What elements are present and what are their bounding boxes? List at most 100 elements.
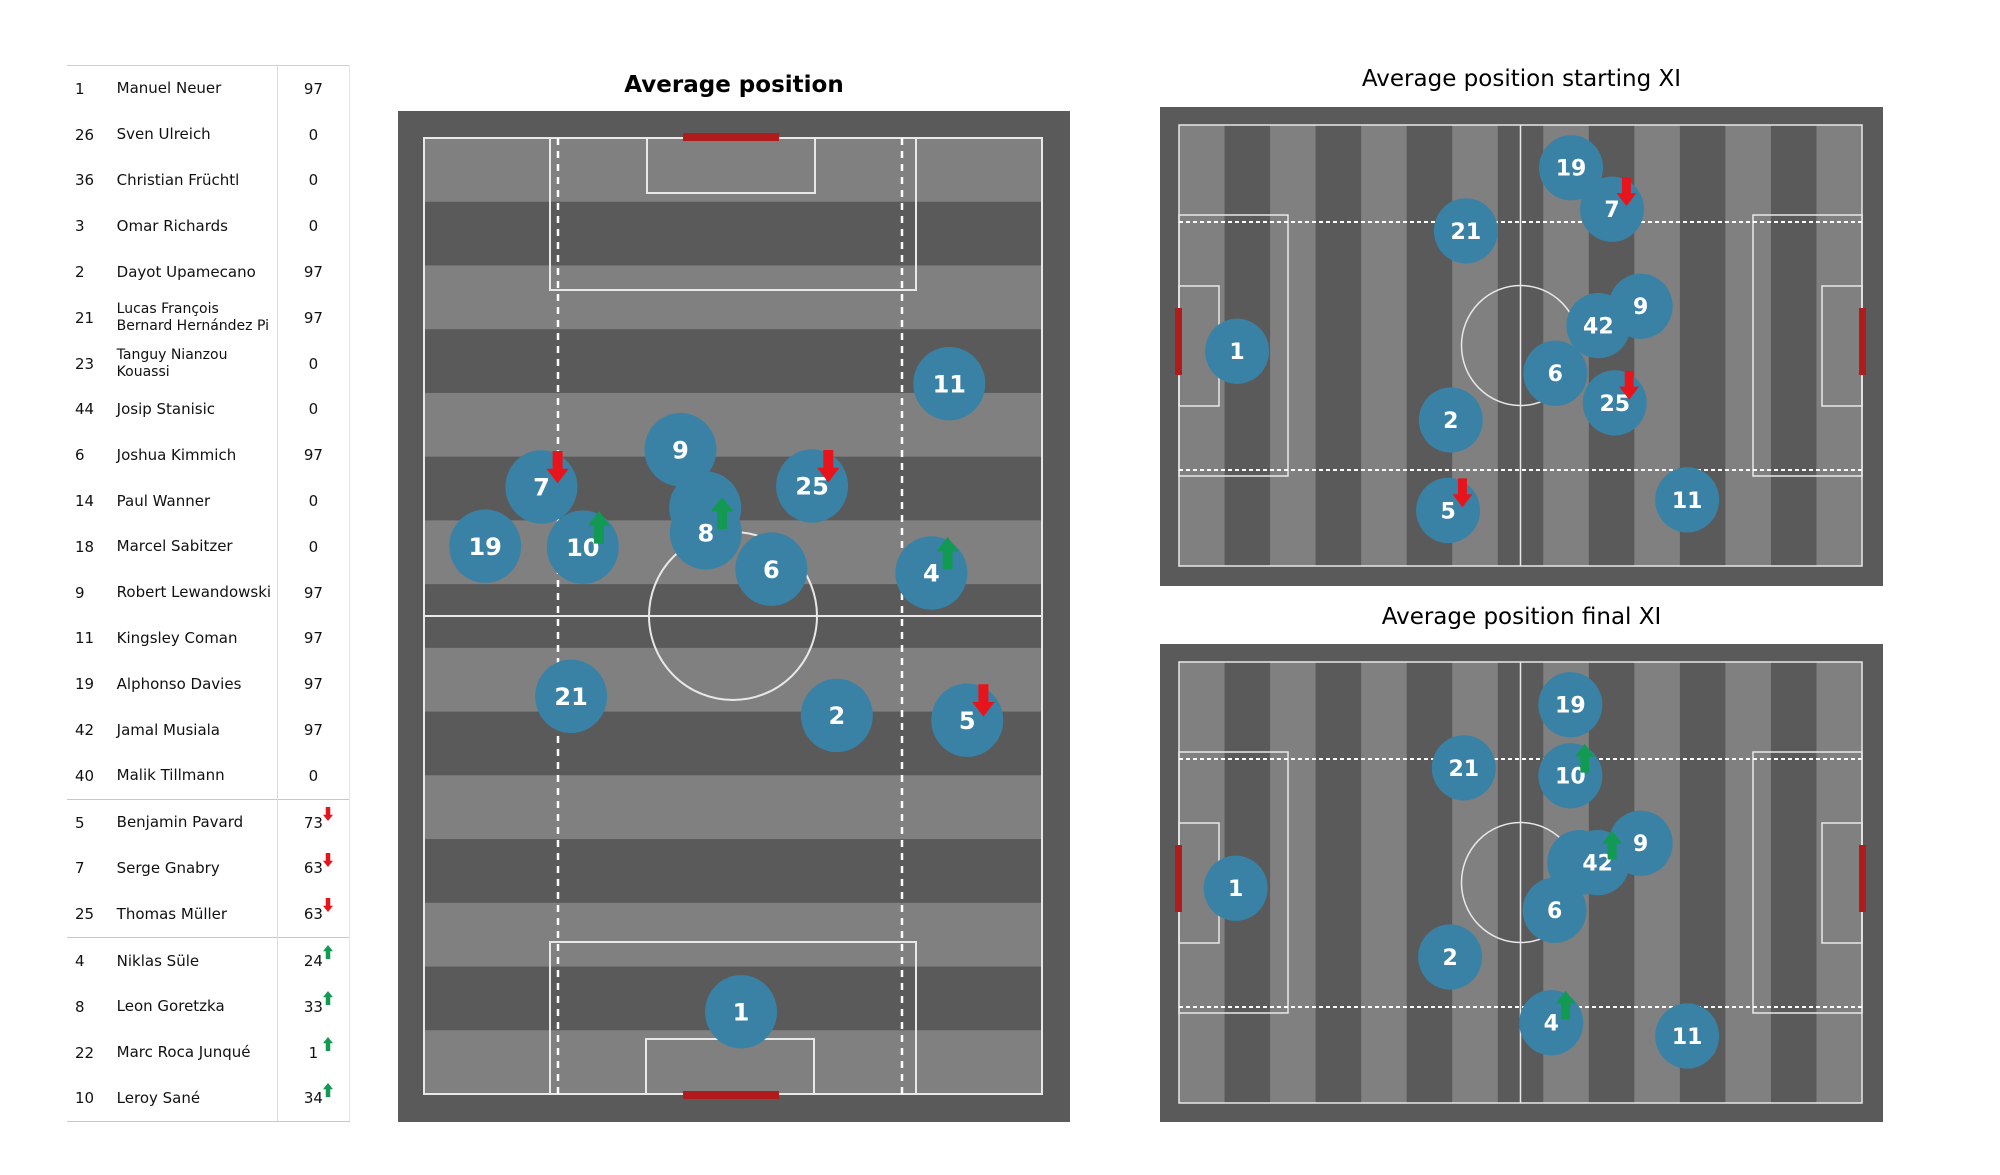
minutes-value: 24 [303,952,323,971]
roster-row: 11 Kingsley Coman 97 [67,615,351,662]
shirt-number: 4 [67,937,117,984]
player-number: 1 [1228,877,1243,902]
player-number: 42 [1583,315,1614,340]
roster-row: 21 Lucas François Bernard Hernández Pi 97 [67,294,351,341]
player-number: 25 [1599,392,1630,417]
minutes-value: 97 [303,308,323,327]
player-name: Dayot Upamecano [116,262,256,281]
minutes-value: 63 [303,859,323,878]
player-marker: 10 [546,510,619,584]
player-marker: 6 [735,532,808,606]
roster-row: 40 Malik Tillmann 0 [67,752,351,800]
player-number: 9 [672,436,689,464]
panel-title-starting-xi: Average position starting XI [1361,66,1682,92]
goal-top [683,133,779,141]
player-name: Joshua Kimmich [116,445,237,464]
minutes-played: 0 [276,478,351,524]
player-name: Malik Tillmann [116,766,225,785]
player-marker: 11 [1655,1003,1720,1069]
shirt-number: 22 [75,1043,95,1062]
shirt-number: 9 [75,583,85,602]
roster-row: 7 Serge Gnabry 63 [67,845,351,892]
minutes-value: 97 [303,583,323,602]
player-marker: 25 [776,449,849,523]
minutes-played: 97 [276,569,351,616]
minutes-played: 33 [276,983,351,1030]
shirt-number: 7 [75,859,85,878]
roster-table: 1 Manuel Neuer 97 26 Sven Ulreich 0 36 Christia… [67,64,351,1123]
pitch-stripe [424,775,1042,840]
minutes-played: 0 [276,203,351,250]
player-marker: 1 [705,975,778,1049]
roster-row: 22 Marc Roca Junqué 1 [67,1029,351,1076]
roster-row: 4 Niklas Süle 24 [67,937,351,984]
sub-off-arrow-icon [323,806,333,821]
player-marker: 21 [535,659,608,734]
player-number: 19 [468,533,501,561]
goal-left [1175,845,1182,912]
player-name: Paul Wanner [116,491,211,510]
player-name: Lucas François Bernard Hernández Pi [116,300,269,334]
player-marker: 7 [1580,176,1645,242]
shirt-number: 2 [75,263,85,282]
player-number: 7 [533,474,550,502]
roster-row: 1 Manuel Neuer 97 [67,64,351,112]
pitch-stripe [1816,125,1863,566]
player-marker: 1 [1205,318,1270,384]
player-number: 2 [828,702,845,730]
minutes-value: 0 [308,354,319,373]
player-name: Jamal Musiala [116,720,220,739]
player-number: 21 [1451,220,1482,245]
roster-row: 26 Sven Ulreich 0 [67,111,351,158]
player-number: 6 [763,556,780,584]
player-name: Leon Goretzka [116,997,225,1016]
player-number: 21 [1448,757,1479,782]
player-roster: 1 Manuel Neuer 97 26 Sven Ulreich 0 36 Christia… [67,64,351,1123]
pitch-stripe [1770,125,1817,566]
player-marker: 4 [895,536,968,610]
sub-off-arrow-icon [323,852,333,867]
shirt-number: 40 [75,766,95,785]
minutes-played: 97 [276,294,351,341]
minutes-played: 63 [276,891,351,938]
player-number: 8 [697,519,714,547]
minutes-played: 97 [276,64,351,112]
roster-row: 3 Omar Richards 0 [67,203,351,250]
minutes-value: 0 [308,766,319,785]
player-number: 19 [1555,694,1586,719]
player-name: Leroy Sané [116,1075,278,1123]
player-number: 2 [1442,946,1457,971]
pitch-stripe [1406,662,1453,1103]
player-marker: 19 [1538,672,1603,738]
minutes-value: 63 [303,905,323,924]
shirt-number: 44 [75,400,95,419]
minutes-value: 97 [303,675,323,694]
player-number: 4 [923,560,940,588]
player-number: 2 [1443,409,1458,434]
minutes-played: 97 [276,661,351,708]
player-marker: 5 [1416,477,1481,544]
pitch-stripe [1770,662,1817,1103]
player-number: 19 [1556,157,1587,182]
player-name: Serge Gnabry [116,858,220,877]
minutes-value: 0 [308,125,319,144]
player-name: Marcel Sabitzer [116,537,233,556]
minutes-played: 0 [276,523,351,570]
goal-bottom [683,1091,779,1099]
player-number: 11 [1672,489,1703,514]
shirt-number: 1 [67,64,117,112]
pitch-stripe [1361,662,1408,1103]
player-marker: 11 [913,346,986,421]
player-number: 9 [1633,832,1648,857]
shirt-number: 26 [75,125,95,144]
roster-row: 5 Benjamin Pavard 73 [67,798,351,846]
pitch-stripe [1315,125,1362,566]
shirt-number: 6 [75,446,85,465]
player-number: 5 [959,707,976,735]
player-number: 5 [1440,499,1455,524]
player-number: 6 [1547,899,1562,924]
player-name: Josip Stanisic [116,399,216,418]
pitch-stripe [1725,125,1772,566]
player-marker: 21 [1433,198,1498,264]
minutes-value: 34 [303,1089,323,1108]
